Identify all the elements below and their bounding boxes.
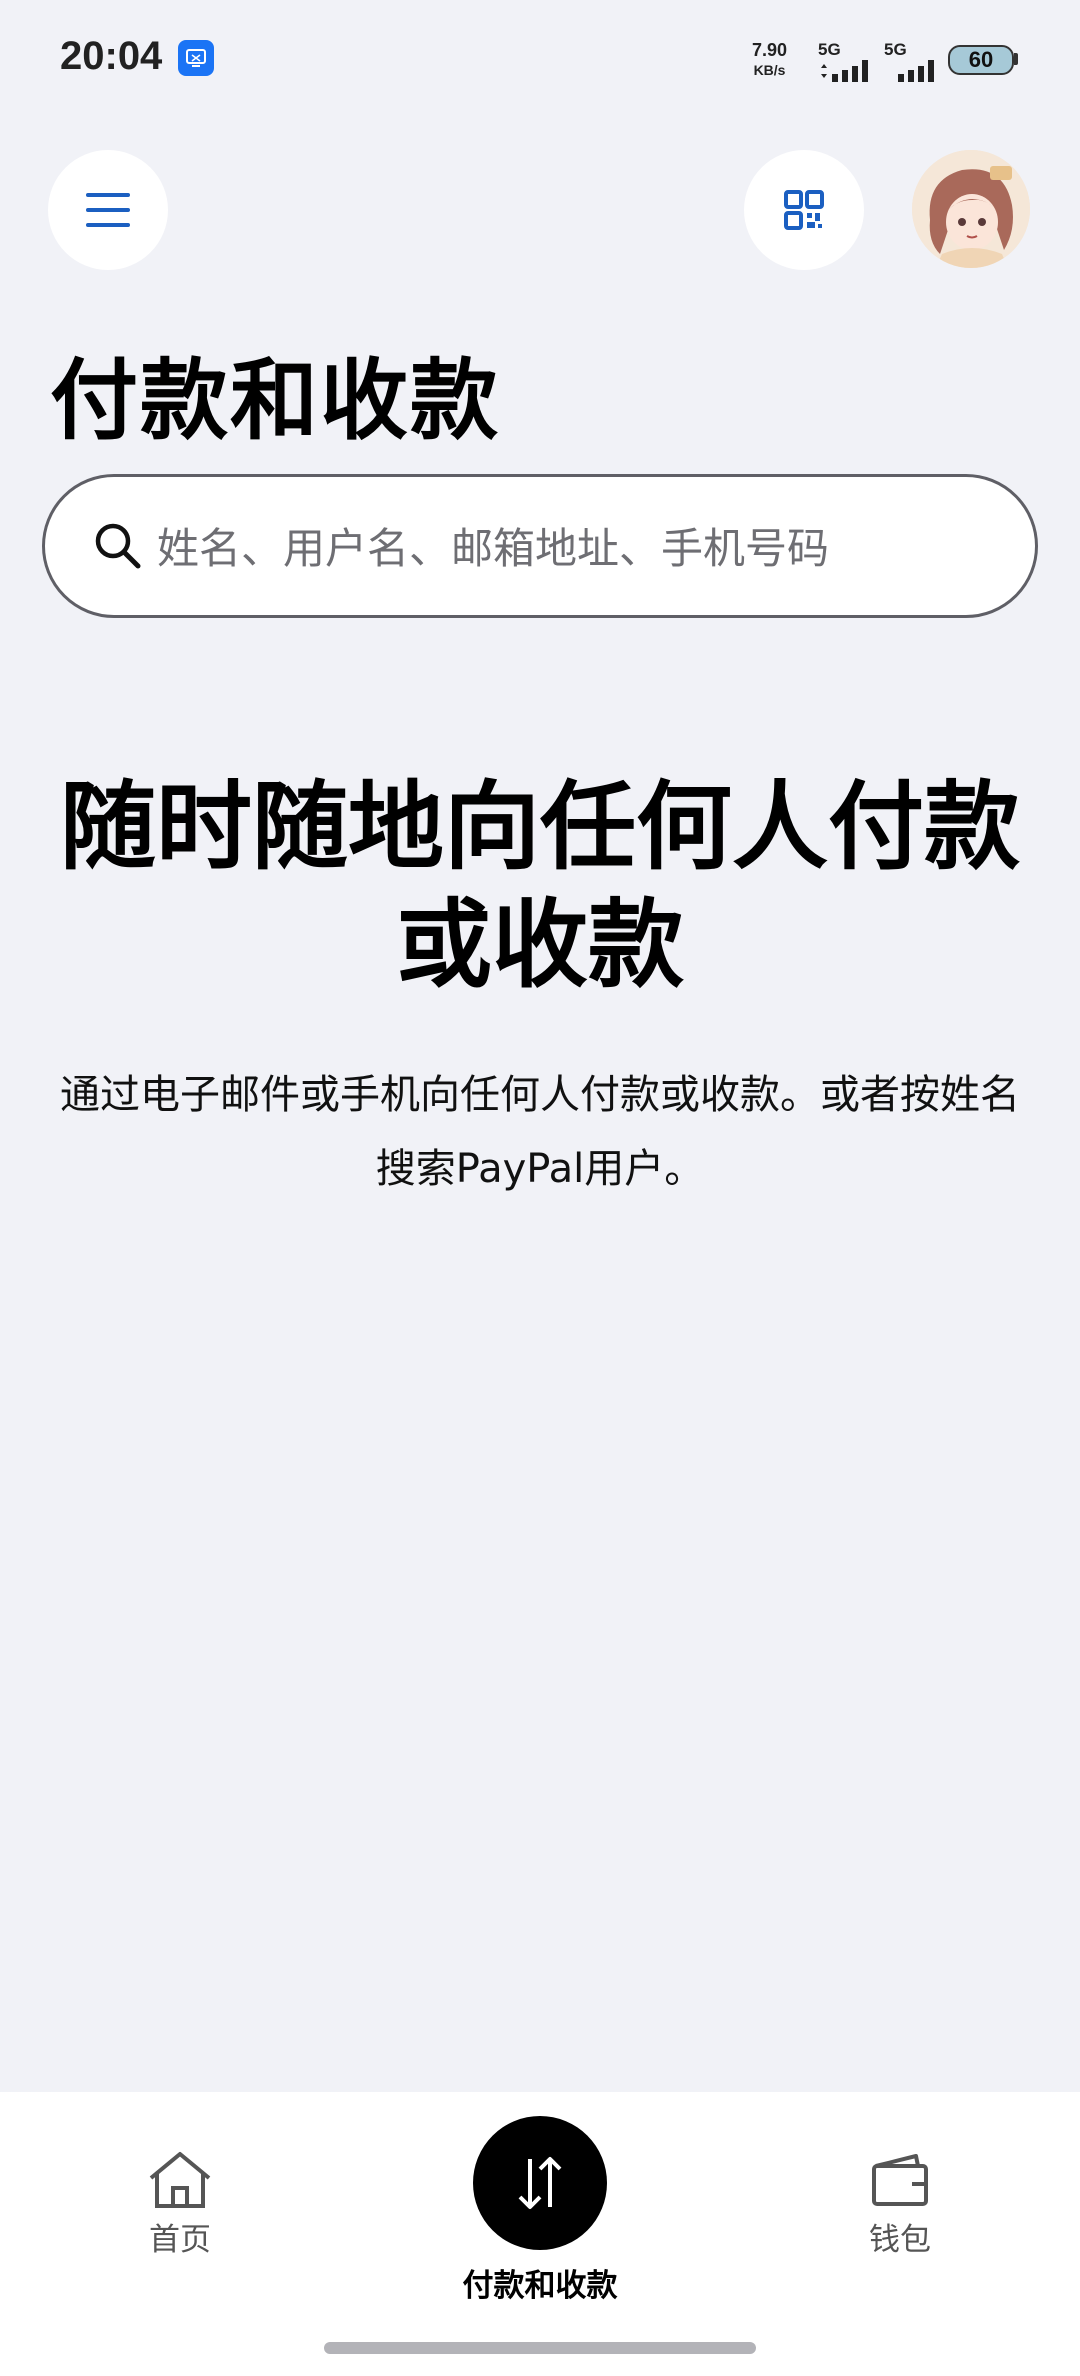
hero-line-2: 或收款 xyxy=(396,889,684,1001)
qr-scan-button[interactable] xyxy=(744,150,864,270)
search-icon xyxy=(95,523,141,569)
avatar-image xyxy=(912,150,1030,268)
signal-sim2-icon: 5G xyxy=(884,40,944,82)
hamburger-menu-icon xyxy=(86,193,130,227)
tab-wallet-label: 钱包 xyxy=(869,2222,931,2258)
tab-pay-and-receive[interactable]: 付款和收款 xyxy=(440,2116,640,2305)
home-indicator[interactable] xyxy=(324,2342,756,2354)
page-title: 付款和收款 xyxy=(50,349,501,452)
tab-home-label: 首页 xyxy=(149,2222,211,2258)
status-time: 20:04 xyxy=(60,34,163,78)
transfer-arrows-icon xyxy=(518,2157,562,2209)
home-icon xyxy=(149,2152,211,2208)
hero-line-1: 随时随地向任何人付款 xyxy=(60,771,1020,883)
tab-wallet[interactable]: 钱包 xyxy=(840,2150,960,2259)
search-input[interactable] xyxy=(155,507,1009,589)
qr-code-icon xyxy=(784,190,824,230)
app-notification-icon xyxy=(178,40,214,76)
signal-sim1-icon: 5G xyxy=(818,40,878,82)
wallet-icon xyxy=(872,2154,928,2206)
search-bar[interactable] xyxy=(42,474,1038,618)
user-avatar[interactable] xyxy=(912,150,1030,268)
battery-tip xyxy=(1014,53,1018,65)
tab-home[interactable]: 首页 xyxy=(120,2150,240,2259)
pay-button[interactable] xyxy=(473,2116,607,2250)
hero-heading: 随时随地向任何人付款 或收款 xyxy=(40,768,1040,1004)
menu-button[interactable] xyxy=(48,150,168,270)
status-bar: 20:04 7.90 KB/s 5G 5G 60 xyxy=(0,0,1080,120)
battery-indicator: 60 xyxy=(948,45,1014,75)
network-speed: 7.90 KB/s xyxy=(752,40,788,78)
hero-subtitle: 通过电子邮件或手机向任何人付款或收款。或者按姓名搜索PayPal用户。 xyxy=(60,1072,1020,1192)
tab-pay-label: 付款和收款 xyxy=(462,2268,618,2304)
